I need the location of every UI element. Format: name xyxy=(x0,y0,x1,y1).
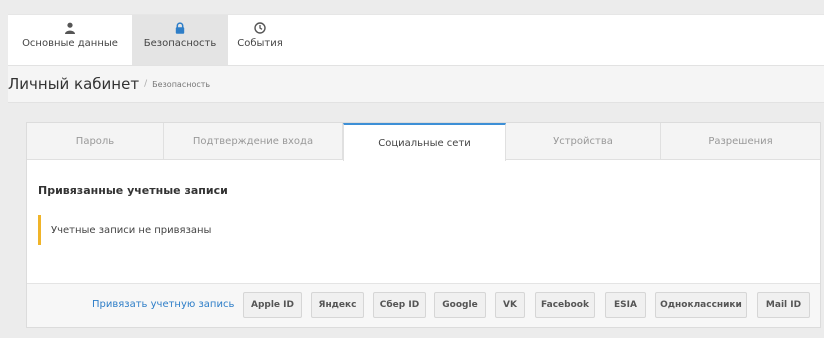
nav-item-main-data[interactable]: Основные данные xyxy=(8,15,132,66)
breadcrumb: Безопасность xyxy=(152,79,211,89)
section-title: Привязанные учетные записи xyxy=(38,184,228,197)
security-card: Пароль Подтверждение входа Социальные се… xyxy=(26,122,821,328)
lock-icon xyxy=(175,22,185,34)
facebook-button[interactable]: Facebook xyxy=(535,292,595,318)
breadcrumb-separator: / xyxy=(144,79,148,89)
sber-id-button[interactable]: Сбер ID xyxy=(373,292,426,318)
mail-id-button[interactable]: Mail ID xyxy=(757,292,810,318)
page-title: Личный кабинет xyxy=(8,75,140,93)
user-icon xyxy=(65,22,75,34)
yandex-button[interactable]: Яндекс xyxy=(311,292,364,318)
link-account-footer: Привязать учетную запись Apple ID Яндекс… xyxy=(27,283,820,327)
top-nav: Основные данные Безопасность События xyxy=(8,14,824,66)
esia-button[interactable]: ESIA xyxy=(605,292,646,318)
odnoklassniki-button[interactable]: Одноклассники xyxy=(655,292,747,318)
google-button[interactable]: Google xyxy=(434,292,486,318)
nav-item-label: События xyxy=(237,38,283,49)
apple-id-button[interactable]: Apple ID xyxy=(243,292,302,318)
tab-permissions[interactable]: Разрешения xyxy=(661,123,820,160)
tab-social-networks[interactable]: Социальные сети xyxy=(343,123,506,161)
page-header: Личный кабинет / Безопасность xyxy=(8,65,824,103)
alert-text: Учетные записи не привязаны xyxy=(51,224,212,236)
tab-devices[interactable]: Устройства xyxy=(506,123,661,160)
tab-login-confirmation[interactable]: Подтверждение входа xyxy=(164,123,343,160)
empty-alert: Учетные записи не привязаны xyxy=(38,215,211,245)
nav-item-label: Основные данные xyxy=(22,38,118,49)
nav-item-security[interactable]: Безопасность xyxy=(132,15,228,66)
clock-icon xyxy=(254,22,266,34)
nav-item-label: Безопасность xyxy=(143,38,217,49)
vk-button[interactable]: VK xyxy=(495,292,525,318)
tab-bar: Пароль Подтверждение входа Социальные се… xyxy=(27,123,820,161)
nav-item-events[interactable]: События xyxy=(228,15,292,66)
link-account-link[interactable]: Привязать учетную запись xyxy=(92,299,234,310)
tab-password[interactable]: Пароль xyxy=(27,123,164,160)
